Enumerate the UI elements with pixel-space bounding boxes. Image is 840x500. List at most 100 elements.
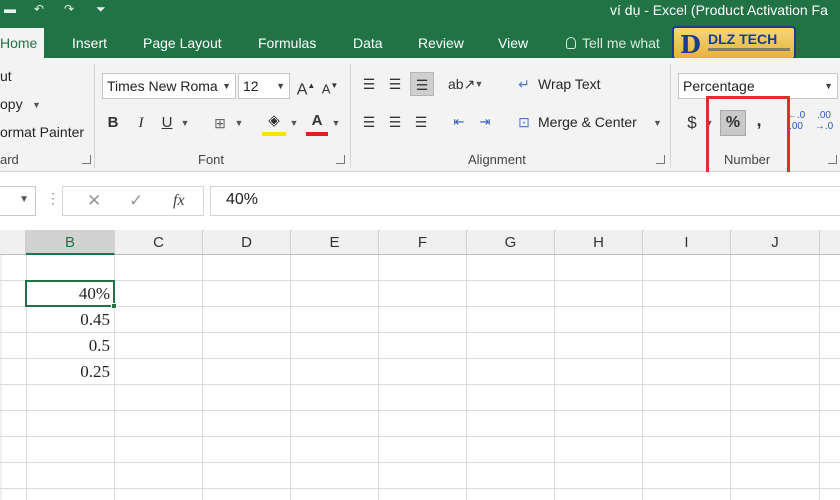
increase-indent-icon[interactable]: ⇥ xyxy=(474,110,496,134)
column-header-e[interactable]: E xyxy=(291,230,379,255)
logo-mark: D xyxy=(680,30,701,59)
clipboard-launcher-icon[interactable] xyxy=(82,155,91,164)
gridline xyxy=(0,436,840,437)
gridline xyxy=(0,358,840,359)
clipboard-group-label: ard xyxy=(0,152,19,167)
column-header-h[interactable]: H xyxy=(555,230,643,255)
tab-view[interactable]: View xyxy=(498,28,528,58)
tab-data[interactable]: Data xyxy=(353,28,383,58)
enter-icon[interactable]: ✓ xyxy=(129,191,143,211)
decrease-font-size-icon[interactable]: A▼ xyxy=(320,74,340,98)
fill-handle[interactable] xyxy=(111,303,117,309)
copy-dropdown-icon[interactable]: ▼ xyxy=(32,100,41,110)
formula-bar-grip-icon[interactable]: ⋮ xyxy=(46,190,59,207)
gridline xyxy=(378,255,379,500)
underline-dropdown-icon[interactable]: ▼ xyxy=(180,111,190,135)
lightbulb-icon xyxy=(566,37,576,49)
bottom-align-icon[interactable]: ☰ xyxy=(410,72,434,96)
cell-b-row4[interactable]: 0.25 xyxy=(26,359,114,383)
top-align-icon[interactable]: ☰ xyxy=(358,72,380,96)
column-header-spacer xyxy=(0,230,26,255)
column-header-b[interactable]: B xyxy=(26,230,115,255)
formula-value: 40% xyxy=(226,191,258,209)
alignment-group-label: Alignment xyxy=(468,152,526,167)
format-painter-button[interactable]: ormat Painter xyxy=(0,124,84,140)
alignment-launcher-icon[interactable] xyxy=(656,155,665,164)
merge-center-dropdown-icon[interactable]: ▼ xyxy=(653,118,662,128)
borders-dropdown-icon[interactable]: ▼ xyxy=(234,111,244,135)
tab-review[interactable]: Review xyxy=(418,28,464,58)
column-header-i[interactable]: I xyxy=(643,230,731,255)
tell-me-search[interactable]: Tell me what xyxy=(566,28,660,58)
tell-me-label: Tell me what xyxy=(582,35,660,51)
middle-align-icon[interactable]: ☰ xyxy=(384,72,406,96)
orientation-dropdown-icon[interactable]: ▼ xyxy=(474,72,484,96)
align-center-icon[interactable]: ☰ xyxy=(384,110,406,134)
column-header-k[interactable] xyxy=(820,230,840,255)
gridline xyxy=(0,488,840,489)
column-header-f[interactable]: F xyxy=(379,230,467,255)
align-left-icon[interactable]: ☰ xyxy=(358,110,380,134)
number-launcher-icon[interactable] xyxy=(828,155,837,164)
cut-button[interactable]: ut xyxy=(0,68,12,84)
tab-formulas[interactable]: Formulas xyxy=(258,28,316,58)
worksheet-grid[interactable] xyxy=(0,230,840,500)
row-header-strip xyxy=(0,255,2,500)
chevron-down-icon: ▼ xyxy=(824,74,833,98)
italic-button[interactable]: I xyxy=(132,111,150,135)
increase-font-size-icon[interactable]: A▲ xyxy=(296,74,316,98)
tab-page-layout[interactable]: Page Layout xyxy=(143,28,222,58)
cancel-icon[interactable]: ✕ xyxy=(87,191,101,211)
font-color-dropdown-icon[interactable]: ▼ xyxy=(331,111,341,135)
active-cell-border xyxy=(25,280,115,307)
customize-quick-access-icon[interactable]: ⏷ xyxy=(96,2,106,17)
decrease-indent-icon[interactable]: ⇤ xyxy=(448,110,470,134)
font-size-select[interactable]: 12 ▼ xyxy=(238,73,290,99)
gridline xyxy=(466,255,467,500)
decrease-decimal-button[interactable]: .00 →.0 xyxy=(812,110,836,134)
cell-b-row2[interactable]: 0.45 xyxy=(26,307,114,331)
font-launcher-icon[interactable] xyxy=(336,155,345,164)
cell-b-row3[interactable]: 0.5 xyxy=(26,333,114,357)
column-header-c[interactable]: C xyxy=(115,230,203,255)
merge-center-icon[interactable]: ⊡ xyxy=(514,110,534,134)
copy-button[interactable]: opy xyxy=(0,96,23,112)
gridline xyxy=(730,255,731,500)
undo-icon[interactable]: ↶ xyxy=(34,2,44,16)
group-divider xyxy=(670,64,671,168)
font-color-icon[interactable]: A xyxy=(306,110,328,136)
column-header-j[interactable]: J xyxy=(731,230,820,255)
gridline xyxy=(642,255,643,500)
gridline xyxy=(0,332,840,333)
redo-icon[interactable]: ↷ xyxy=(64,2,74,16)
ribbon: ut opy ▼ ormat Painter ard Times New Rom… xyxy=(0,58,840,172)
insert-function-icon[interactable]: fx xyxy=(173,192,185,210)
wrap-text-button[interactable]: Wrap Text xyxy=(538,76,601,92)
font-group-label: Font xyxy=(198,152,224,167)
font-name-select[interactable]: Times New Roma ▼ xyxy=(102,73,236,99)
orientation-icon[interactable]: ab↗ xyxy=(448,72,470,96)
formula-input[interactable] xyxy=(210,186,840,216)
name-box[interactable]: ▼ xyxy=(0,186,36,216)
fill-color-icon[interactable]: ◈ xyxy=(262,110,286,136)
borders-icon[interactable]: ⊞ xyxy=(210,111,230,135)
logo-underline xyxy=(708,48,790,51)
save-icon[interactable]: ▬ xyxy=(4,2,16,16)
tab-home[interactable]: Home xyxy=(0,28,44,58)
underline-button[interactable]: U xyxy=(158,111,176,135)
group-divider xyxy=(350,64,351,168)
tab-insert[interactable]: Insert xyxy=(72,28,107,58)
align-right-icon[interactable]: ☰ xyxy=(410,110,432,134)
gridline xyxy=(0,280,840,281)
column-header-g[interactable]: G xyxy=(467,230,555,255)
gridline xyxy=(0,462,840,463)
bold-button[interactable]: B xyxy=(104,111,122,135)
chevron-down-icon: ▼ xyxy=(19,194,29,205)
wrap-text-icon[interactable]: ↵ xyxy=(514,72,534,96)
column-header-d[interactable]: D xyxy=(203,230,291,255)
accounting-format-button[interactable]: $ xyxy=(684,111,700,135)
gridline xyxy=(0,410,840,411)
merge-center-button[interactable]: Merge & Center xyxy=(538,114,637,130)
fill-color-dropdown-icon[interactable]: ▼ xyxy=(289,111,299,135)
window-title: ví dụ - Excel (Product Activation Fa xyxy=(610,2,828,18)
